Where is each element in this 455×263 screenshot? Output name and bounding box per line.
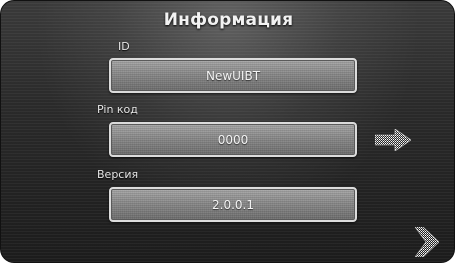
version-field[interactable]: 2.0.0.1 [109, 187, 357, 222]
version-value: 2.0.0.1 [212, 197, 254, 212]
id-value: NewUIBT [205, 68, 261, 83]
next-page-arrow-icon[interactable] [414, 226, 440, 258]
page-title: Информация [163, 10, 294, 30]
pin-field[interactable]: 0000 [109, 122, 357, 157]
id-field[interactable]: NewUIBT [109, 58, 357, 93]
pin-label: Pin код [97, 103, 138, 116]
id-label: ID [118, 40, 130, 53]
version-label: Версия [97, 168, 139, 181]
info-screen: Информация ID NewUIBT Pin код 0000 Верси… [0, 0, 455, 263]
pin-value: 0000 [217, 132, 249, 147]
pin-edit-arrow-icon[interactable] [374, 128, 412, 152]
